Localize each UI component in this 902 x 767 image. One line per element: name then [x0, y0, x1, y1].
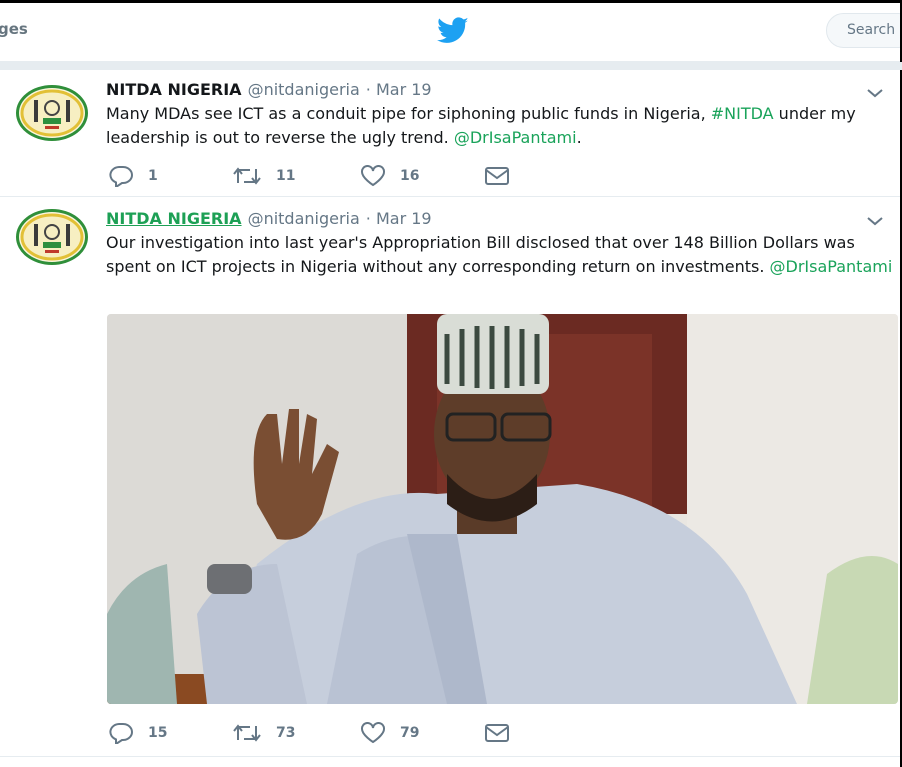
tweet-text-part: Our investigation into last year's Appro… — [106, 233, 855, 276]
retweet-icon — [233, 167, 261, 185]
tweet-timestamp[interactable]: · Mar 19 — [366, 209, 432, 228]
top-navigation-bar: ges Search — [0, 0, 902, 62]
tweet-header: NITDA NIGERIA @nitdanigeria · Mar 19 — [106, 80, 432, 99]
chevron-down-icon[interactable] — [866, 87, 884, 99]
tweet-actions: 1 11 16 — [108, 164, 528, 188]
tweet-author-handle[interactable]: @nitdanigeria — [248, 209, 360, 228]
tweet-author-name[interactable]: NITDA NIGERIA — [106, 209, 242, 228]
heart-icon — [361, 722, 385, 744]
tweet-timestamp[interactable]: · Mar 19 — [366, 80, 432, 99]
direct-message-button[interactable] — [484, 164, 510, 188]
like-button[interactable]: 16 — [360, 164, 419, 188]
search-placeholder: Search — [847, 22, 896, 38]
photo-of-man-raising-hand — [107, 314, 898, 704]
heart-icon — [361, 165, 385, 187]
reply-button[interactable]: 1 — [108, 164, 158, 188]
tweet[interactable]: NITDA NIGERIA @nitdanigeria · Mar 19 Our i… — [0, 197, 900, 757]
mention-link[interactable]: @DrIsaPantami — [454, 128, 577, 147]
nav-messages-link[interactable]: ges — [0, 20, 28, 38]
window-top-border — [0, 0, 902, 3]
tweet-text-part: . — [576, 128, 582, 147]
envelope-icon — [485, 167, 509, 185]
tweet-author-name[interactable]: NITDA NIGERIA — [106, 80, 242, 99]
retweet-button[interactable]: 11 — [232, 164, 295, 188]
reply-button[interactable]: 15 — [108, 721, 167, 745]
avatar[interactable] — [16, 85, 88, 141]
tweet-photo[interactable] — [107, 314, 898, 704]
reply-icon — [109, 723, 133, 744]
timeline-separator — [0, 62, 902, 70]
hashtag-link[interactable]: #NITDA — [711, 104, 774, 123]
twitter-bird-icon[interactable] — [437, 17, 469, 44]
nitda-logo-icon — [20, 213, 84, 261]
tweet-actions: 15 73 79 — [108, 721, 528, 745]
tweet-text: Our investigation into last year's Appro… — [106, 231, 896, 279]
retweet-icon — [233, 724, 261, 742]
like-button[interactable]: 79 — [360, 721, 419, 745]
envelope-icon — [485, 724, 509, 742]
like-count: 16 — [400, 168, 420, 184]
like-count: 79 — [400, 725, 420, 741]
reply-count: 1 — [148, 168, 158, 184]
retweet-button[interactable]: 73 — [232, 721, 295, 745]
retweet-count: 11 — [276, 168, 296, 184]
avatar[interactable] — [16, 209, 88, 265]
direct-message-button[interactable] — [484, 721, 510, 745]
chevron-down-icon[interactable] — [866, 215, 884, 227]
search-input[interactable]: Search — [826, 13, 902, 48]
tweet-header: NITDA NIGERIA @nitdanigeria · Mar 19 — [106, 209, 432, 228]
reply-count: 15 — [148, 725, 168, 741]
reply-icon — [109, 166, 133, 187]
nitda-logo-icon — [20, 89, 84, 137]
tweet-text: Many MDAs see ICT as a conduit pipe for … — [106, 102, 896, 150]
mention-link[interactable]: @DrIsaPantami — [770, 257, 893, 276]
tweet[interactable]: NITDA NIGERIA @nitdanigeria · Mar 19 Many … — [0, 70, 900, 197]
retweet-count: 73 — [276, 725, 296, 741]
tweet-text-part: Many MDAs see ICT as a conduit pipe for … — [106, 104, 711, 123]
tweet-author-handle[interactable]: @nitdanigeria — [248, 80, 360, 99]
